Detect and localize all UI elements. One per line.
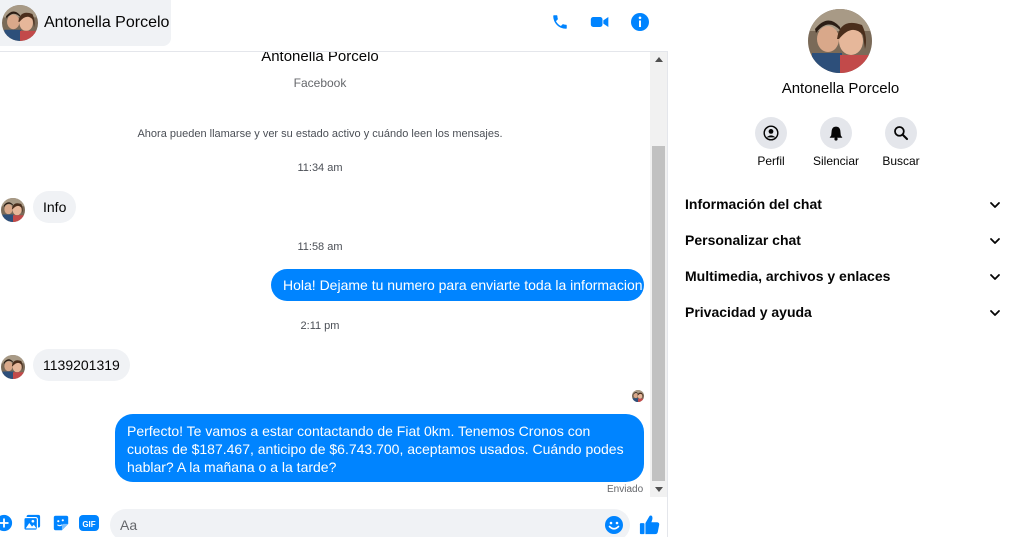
message-bubble-outgoing[interactable]: Perfecto! Te vamos a estar contactando d… (115, 414, 644, 482)
sender-avatar (1, 355, 25, 379)
sticker-icon[interactable] (51, 513, 71, 533)
timestamp: 11:58 am (297, 241, 343, 253)
section-chat-info[interactable]: Información del chat (685, 186, 1001, 222)
message-input[interactable] (110, 509, 590, 537)
info-actions: Perfil Silenciar Buscar (753, 117, 920, 168)
thread-scrollbar[interactable] (650, 52, 667, 497)
message-input-container[interactable] (110, 509, 630, 537)
profile-button[interactable]: Perfil (753, 117, 789, 168)
scroll-down-arrow-icon[interactable] (655, 487, 663, 492)
chevron-down-icon (989, 234, 1001, 246)
section-customize-chat[interactable]: Personalizar chat (685, 222, 1001, 258)
sender-avatar (1, 198, 25, 222)
scroll-up-arrow-icon[interactable] (655, 57, 663, 62)
message-bubble-incoming[interactable]: Info (33, 191, 77, 223)
scrollbar-thumb[interactable] (652, 146, 665, 481)
plus-icon[interactable] (0, 513, 14, 533)
message-composer: GIF (0, 505, 668, 537)
thumbs-up-icon[interactable] (639, 514, 661, 536)
contact-profile-avatar (808, 9, 872, 73)
chevron-down-icon (989, 270, 1001, 282)
timestamp: 11:34 am (297, 162, 343, 174)
info-contact-name: Antonella Porcelo (781, 80, 900, 97)
seen-avatar (632, 390, 644, 402)
action-label: Silenciar (812, 154, 860, 168)
section-label: Personalizar chat (685, 232, 801, 248)
contact-avatar (2, 5, 38, 41)
message-bubble-outgoing[interactable]: Hola! Dejame tu numero para enviarte tod… (271, 269, 644, 301)
phone-icon[interactable] (550, 12, 570, 32)
thread-contact-name: Antonella Porcelo (261, 52, 379, 65)
photo-icon[interactable] (22, 513, 42, 533)
section-label: Información del chat (685, 196, 822, 212)
contact-header-button[interactable]: Antonella Porcelo (0, 0, 171, 46)
message-status: Enviado (607, 484, 644, 495)
section-label: Privacidad y ayuda (685, 304, 812, 320)
action-label: Buscar (882, 154, 920, 168)
search-button[interactable]: Buscar (882, 117, 920, 168)
mute-button[interactable]: Silenciar (813, 117, 859, 168)
search-icon (885, 117, 917, 149)
gif-icon[interactable]: GIF (79, 513, 99, 533)
message-bubble-incoming[interactable]: 1139201319 (33, 349, 130, 381)
chevron-down-icon (989, 306, 1001, 318)
action-label: Perfil (757, 154, 785, 168)
section-privacy-help[interactable]: Privacidad y ayuda (685, 294, 1001, 330)
section-media-files-links[interactable]: Multimedia, archivos y enlaces (685, 258, 1001, 294)
profile-icon (755, 117, 787, 149)
chat-info-panel: Antonella Porcelo Perfil Silenciar Busca… (669, 0, 1024, 537)
section-label: Multimedia, archivos y enlaces (685, 268, 891, 284)
emoji-icon[interactable] (604, 515, 624, 535)
info-sections: Información del chat Personalizar chat M… (685, 186, 1001, 330)
video-camera-icon[interactable] (590, 12, 610, 32)
bell-icon (820, 117, 852, 149)
message-thread[interactable]: Antonella Porcelo Facebook Ahora pueden … (0, 52, 650, 497)
thread-platform-label: Facebook (293, 76, 347, 90)
thread-notice: Ahora pueden llamarse y ver su estado ac… (137, 128, 503, 140)
info-icon[interactable] (630, 12, 650, 32)
chat-header: Antonella Porcelo (0, 0, 668, 52)
timestamp: 2:11 pm (300, 320, 340, 332)
chat-panel: Antonella Porcelo Antonella Porcelo Face… (0, 0, 668, 537)
gif-label: GIF (82, 520, 95, 529)
chevron-down-icon (989, 198, 1001, 210)
contact-name: Antonella Porcelo (44, 14, 170, 31)
